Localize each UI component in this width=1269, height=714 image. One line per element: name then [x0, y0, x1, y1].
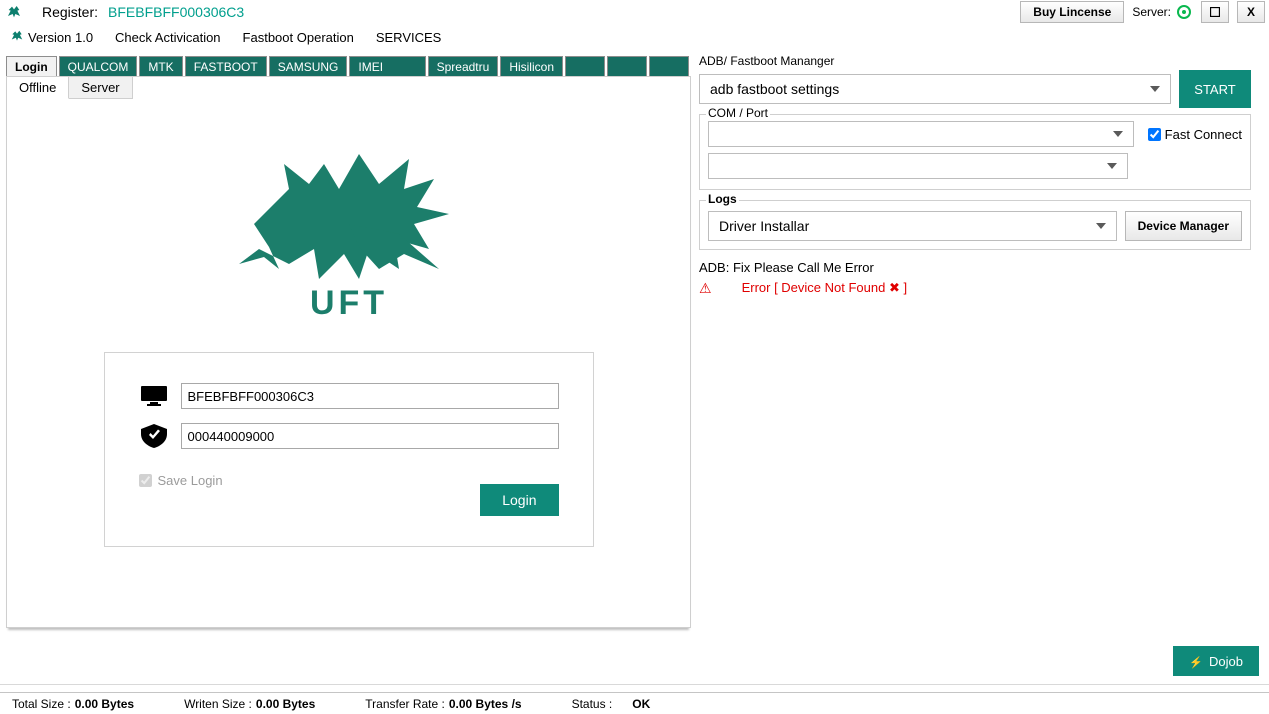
server-label: Server: — [1132, 5, 1171, 19]
device-manager-button[interactable]: Device Manager — [1125, 211, 1242, 241]
server-status-icon — [1177, 5, 1191, 19]
tab-fastboot[interactable]: FASTBOOT — [185, 56, 267, 76]
tab-mtk[interactable]: MTK — [139, 56, 182, 76]
log-line-1: ADB: Fix Please Call Me Error — [699, 258, 1251, 278]
login-button[interactable]: Login — [480, 484, 558, 516]
transfer-rate-value: 0.00 Bytes /s — [449, 697, 522, 711]
warning-icon: ⚠ — [699, 278, 712, 299]
start-button[interactable]: START — [1179, 70, 1251, 108]
password-input[interactable] — [181, 423, 559, 449]
menu-services[interactable]: SERVICES — [376, 30, 442, 45]
dragon-icon — [10, 29, 24, 46]
sub-tabs: Offline Server — [7, 77, 690, 99]
menubar: Version 1.0 Check Activication Fastboot … — [0, 24, 1269, 50]
uft-logo: UFT — [199, 129, 499, 329]
com-port-select-2[interactable] — [708, 153, 1128, 179]
logo-area: UFT — [7, 99, 690, 332]
total-size-label: Total Size : — [12, 697, 71, 711]
com-port-label: COM / Port — [706, 106, 770, 120]
register-label: Register: — [42, 4, 98, 20]
tab-samsung[interactable]: SAMSUNG — [269, 56, 348, 76]
login-card: Save Login Login — [104, 352, 594, 547]
tab-imei-repair[interactable]: IMEI Repair — [349, 56, 425, 76]
log-output: ADB: Fix Please Call Me Error ⚠ Error [ … — [699, 258, 1251, 299]
app-icon — [6, 4, 22, 20]
logo-text: UFT — [309, 284, 387, 322]
tab-server[interactable]: Server — [69, 77, 132, 99]
right-panel: ADB/ Fastboot Mananger adb fastboot sett… — [695, 50, 1257, 634]
separator-bar — [0, 684, 1269, 692]
shield-icon — [139, 424, 169, 448]
logs-select[interactable]: Driver Installar — [708, 211, 1117, 241]
com-port-fieldset: COM / Port Fast Connect — [699, 114, 1251, 190]
hardware-id-input[interactable] — [181, 383, 559, 409]
buy-license-button[interactable]: Buy Lincense — [1020, 1, 1124, 23]
tab-login[interactable]: Login — [6, 56, 57, 76]
written-size-label: Writen Size : — [184, 697, 252, 711]
titlebar: Register: BFEBFBFF000306C3 Buy Lincense … — [0, 0, 1269, 24]
adb-settings-select[interactable]: adb fastboot settings — [699, 74, 1171, 104]
status-label: Status : — [572, 697, 613, 711]
fast-connect-label: Fast Connect — [1165, 127, 1242, 142]
fast-connect-checkbox[interactable] — [1148, 128, 1161, 141]
tab-blank-3[interactable] — [649, 56, 689, 76]
close-button[interactable]: X — [1237, 1, 1265, 23]
com-port-select-1[interactable] — [708, 121, 1134, 147]
log-line-2: Error [ Device Not Found ✖ ] — [742, 278, 908, 298]
logs-select-value: Driver Installar — [719, 218, 809, 234]
register-value: BFEBFBFF000306C3 — [108, 4, 244, 20]
save-login-label: Save Login — [158, 473, 223, 488]
menu-version-label: Version 1.0 — [28, 30, 93, 45]
logs-fieldset: Logs Driver Installar Device Manager — [699, 200, 1251, 250]
tab-hisilicon[interactable]: Hisilicon — [500, 56, 563, 76]
save-login-checkbox[interactable] — [139, 474, 152, 487]
total-size-value: 0.00 Bytes — [75, 697, 134, 711]
dojob-button[interactable]: Dojob — [1173, 646, 1259, 676]
tab-offline[interactable]: Offline — [7, 77, 69, 99]
logs-label: Logs — [706, 192, 739, 206]
menu-fastboot-operation[interactable]: Fastboot Operation — [243, 30, 354, 45]
tab-spreadtru[interactable]: Spreadtru — [428, 56, 499, 76]
menu-check-activation[interactable]: Check Activication — [115, 30, 221, 45]
status-bar: Total Size : 0.00 Bytes Writen Size : 0.00… — [0, 692, 1269, 714]
bolt-icon — [1189, 654, 1203, 669]
written-size-value: 0.00 Bytes — [256, 697, 315, 711]
maximize-icon — [1210, 7, 1220, 17]
maximize-button[interactable] — [1201, 1, 1229, 23]
main-tabs: Login QUALCOM MTK FASTBOOT SAMSUNG IMEI … — [6, 56, 691, 76]
adb-settings-value: adb fastboot settings — [710, 81, 839, 97]
status-value: OK — [632, 697, 650, 711]
dojob-label: Dojob — [1209, 654, 1243, 669]
tab-blank-2[interactable] — [607, 56, 647, 76]
monitor-icon — [139, 385, 169, 407]
left-panel: Login QUALCOM MTK FASTBOOT SAMSUNG IMEI … — [0, 50, 695, 634]
close-icon: X — [1247, 5, 1255, 19]
transfer-rate-label: Transfer Rate : — [365, 697, 445, 711]
tab-blank-1[interactable] — [565, 56, 605, 76]
tab-qualcom[interactable]: QUALCOM — [59, 56, 138, 76]
adb-manager-label: ADB/ Fastboot Mananger — [699, 54, 1251, 68]
menu-version[interactable]: Version 1.0 — [10, 29, 93, 46]
